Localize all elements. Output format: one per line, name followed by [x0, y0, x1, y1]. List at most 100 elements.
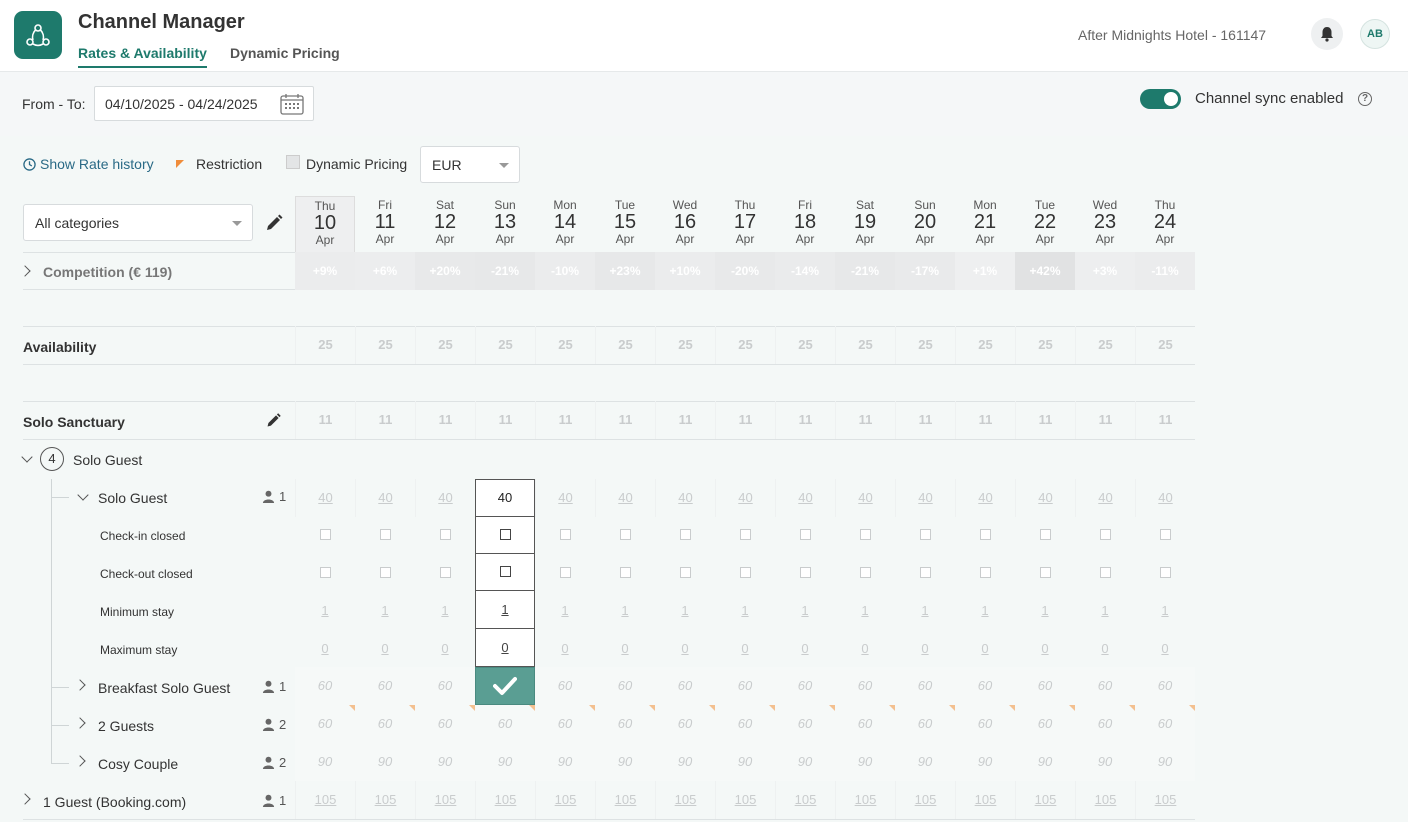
checkbox[interactable] [1039, 567, 1051, 578]
checkbox[interactable] [319, 529, 331, 540]
restriction-value[interactable]: 0 [895, 630, 955, 668]
checkbox[interactable] [619, 567, 631, 578]
room-availability-cell[interactable]: 11 [835, 401, 895, 439]
checkbox[interactable] [379, 529, 391, 540]
restriction-checkbox[interactable] [1015, 516, 1075, 554]
restriction-value[interactable]: 0 [715, 630, 775, 668]
channel-sync-toggle[interactable] [1140, 89, 1181, 109]
restriction-value[interactable]: 0 [415, 630, 475, 668]
availability-cell[interactable]: 25 [1015, 326, 1075, 364]
rate-cell[interactable]: 40 [955, 479, 1015, 517]
restriction-value[interactable]: 1 [775, 592, 835, 630]
ota-rate-cell[interactable]: 105 [955, 781, 1015, 819]
availability-cell[interactable]: 25 [415, 326, 475, 364]
restriction-checkbox[interactable] [835, 516, 895, 554]
restriction-value[interactable]: 1 [355, 592, 415, 630]
ota-rate-cell[interactable]: 105 [775, 781, 835, 819]
checkbox[interactable] [1159, 567, 1171, 578]
room-availability-cell[interactable]: 11 [355, 401, 415, 439]
restriction-checkbox[interactable] [655, 516, 715, 554]
restriction-checkbox[interactable] [295, 516, 355, 554]
category-select[interactable]: All categories [23, 204, 253, 241]
max-stay-edit[interactable]: 0 [475, 628, 535, 667]
restriction-value[interactable]: 0 [655, 630, 715, 668]
room-availability-cell[interactable]: 11 [955, 401, 1015, 439]
restriction-checkbox[interactable] [415, 554, 475, 592]
availability-cell[interactable]: 25 [1135, 326, 1195, 364]
availability-cell[interactable]: 25 [475, 326, 535, 364]
checkbox[interactable] [919, 529, 931, 540]
checkbox[interactable] [319, 567, 331, 578]
checkbox[interactable] [979, 567, 991, 578]
checkbox[interactable] [739, 567, 751, 578]
rate-cell[interactable]: 40 [655, 479, 715, 517]
rate-cell[interactable]: 40 [355, 479, 415, 517]
restriction-checkbox[interactable] [355, 516, 415, 554]
availability-cell[interactable]: 25 [895, 326, 955, 364]
edit-categories-icon[interactable] [264, 213, 284, 233]
competition-label[interactable]: Competition (€ 119) [43, 264, 172, 280]
restriction-checkbox[interactable] [835, 554, 895, 592]
confirm-edit-button[interactable] [475, 667, 535, 705]
rate-cell[interactable]: 40 [415, 479, 475, 517]
checkbox[interactable] [1159, 529, 1171, 540]
restriction-checkbox[interactable] [1015, 554, 1075, 592]
restriction-value[interactable]: 1 [955, 592, 1015, 630]
restriction-checkbox[interactable] [715, 554, 775, 592]
availability-cell[interactable]: 25 [955, 326, 1015, 364]
restriction-value[interactable]: 1 [1075, 592, 1135, 630]
restriction-checkbox[interactable] [1135, 516, 1195, 554]
restriction-value[interactable]: 1 [1135, 592, 1195, 630]
checkbox[interactable] [1099, 567, 1111, 578]
availability-cell[interactable]: 25 [775, 326, 835, 364]
room-availability-cell[interactable]: 11 [655, 401, 715, 439]
checkbox[interactable] [739, 529, 751, 540]
restriction-value[interactable]: 1 [655, 592, 715, 630]
restriction-value[interactable]: 0 [535, 630, 595, 668]
ota-rate-cell[interactable]: 105 [295, 781, 355, 819]
availability-cell[interactable]: 25 [355, 326, 415, 364]
checkbox[interactable] [439, 529, 451, 540]
restriction-value[interactable]: 1 [835, 592, 895, 630]
chevron-right-icon[interactable] [74, 717, 86, 729]
availability-cell[interactable]: 25 [835, 326, 895, 364]
calendar-icon[interactable] [280, 93, 304, 115]
availability-cell[interactable]: 25 [655, 326, 715, 364]
checkbox[interactable] [799, 567, 811, 578]
restriction-value[interactable]: 0 [295, 630, 355, 668]
ota-rate-cell[interactable]: 105 [1075, 781, 1135, 819]
checkbox[interactable] [379, 567, 391, 578]
checkbox[interactable] [559, 567, 571, 578]
room-availability-cell[interactable]: 11 [595, 401, 655, 439]
checkbox[interactable] [439, 567, 451, 578]
restriction-checkbox[interactable] [775, 516, 835, 554]
availability-cell[interactable]: 25 [1075, 326, 1135, 364]
checkbox[interactable] [679, 529, 691, 540]
ota-rate-cell[interactable]: 105 [595, 781, 655, 819]
restriction-checkbox[interactable] [595, 554, 655, 592]
restriction-value[interactable]: 1 [535, 592, 595, 630]
restriction-value[interactable]: 0 [955, 630, 1015, 668]
tab-dynamic-pricing[interactable]: Dynamic Pricing [230, 45, 340, 66]
restriction-checkbox[interactable] [895, 516, 955, 554]
rate-cell[interactable]: 40 [835, 479, 895, 517]
ota-rate-cell[interactable]: 105 [1135, 781, 1195, 819]
restriction-checkbox[interactable] [595, 516, 655, 554]
checkbox[interactable] [799, 529, 811, 540]
rate-cell[interactable]: 40 [715, 479, 775, 517]
room-availability-cell[interactable]: 11 [775, 401, 835, 439]
restriction-value[interactable]: 0 [355, 630, 415, 668]
availability-cell[interactable]: 25 [535, 326, 595, 364]
ota-rate-cell[interactable]: 105 [655, 781, 715, 819]
checkbox[interactable] [919, 567, 931, 578]
min-stay-edit[interactable]: 1 [475, 590, 535, 629]
rate-cell[interactable]: 40 [535, 479, 595, 517]
checkbox[interactable] [619, 529, 631, 540]
room-availability-cell[interactable]: 11 [1135, 401, 1195, 439]
room-availability-cell[interactable]: 11 [535, 401, 595, 439]
ota-rate-cell[interactable]: 105 [475, 781, 535, 819]
room-availability-cell[interactable]: 11 [415, 401, 475, 439]
room-availability-cell[interactable]: 11 [1015, 401, 1075, 439]
restriction-checkbox[interactable] [715, 516, 775, 554]
rate-edit-input[interactable]: 40 [475, 479, 535, 517]
